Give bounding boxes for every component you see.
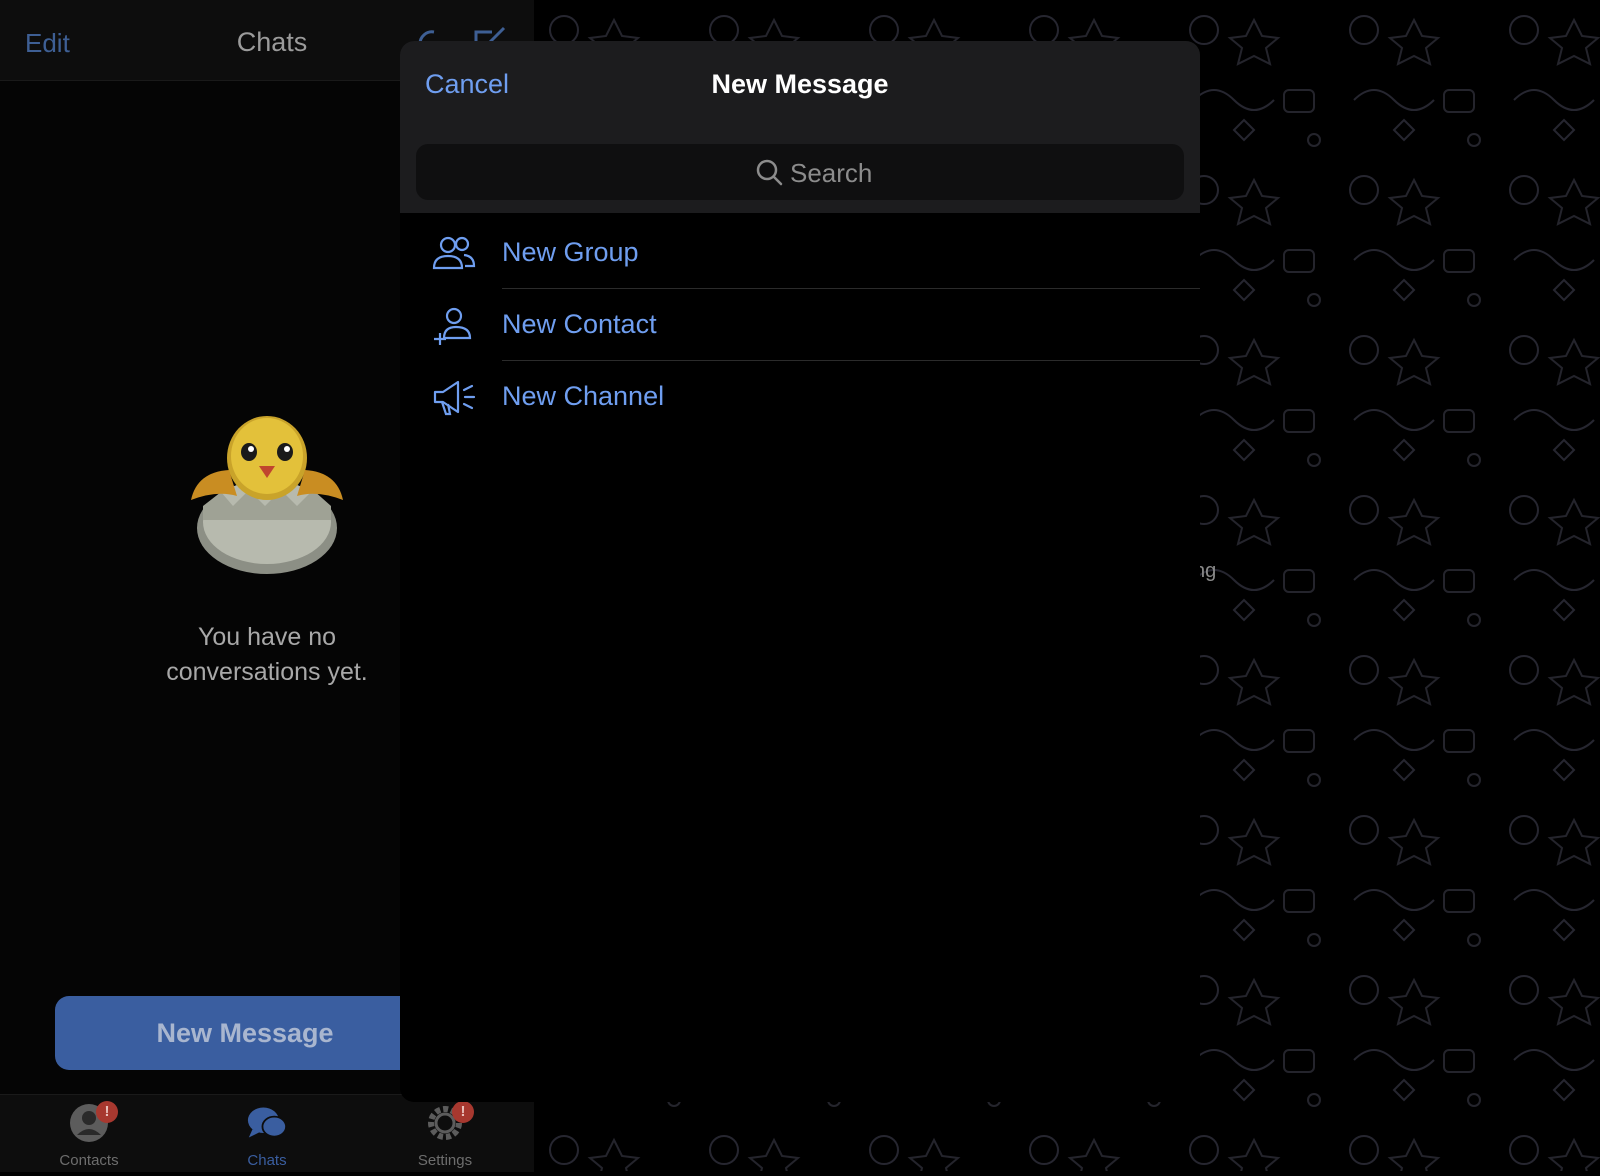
contacts-badge: ! [96,1101,118,1123]
search-icon [756,159,783,186]
menu-item-label: New Group [502,237,639,267]
search-input[interactable] [788,156,1092,190]
hatching-chick-icon [191,416,343,574]
chat-bubbles-icon [247,1107,287,1138]
tab-label: Settings [417,1152,473,1169]
new-message-label: New Message [156,1017,334,1048]
tab-settings[interactable]: ! Settings [356,1095,534,1172]
tab-chats[interactable]: Chats [178,1095,356,1172]
new-message-modal: Cancel New Message New Group New Contact [400,41,1200,1102]
menu-item-label: New Contact [502,309,657,339]
tab-bar: ! Contacts Chats ! Settings [0,1094,534,1172]
modal-title: New Message [711,69,889,99]
search-bar[interactable] [416,144,1184,200]
new-contact-item[interactable]: New Contact [400,289,1200,361]
group-icon [432,236,476,270]
modal-header: Cancel New Message [400,41,1200,213]
tab-label: Chats [247,1152,287,1169]
megaphone-icon [433,380,476,416]
settings-badge: ! [452,1101,474,1123]
add-contact-icon [434,307,472,345]
menu-item-label: New Channel [502,381,665,411]
tab-contacts[interactable]: ! Contacts [0,1095,178,1172]
new-group-item[interactable]: New Group [400,217,1200,289]
tab-label: Contacts [59,1152,119,1169]
new-channel-item[interactable]: New Channel [400,361,1200,433]
